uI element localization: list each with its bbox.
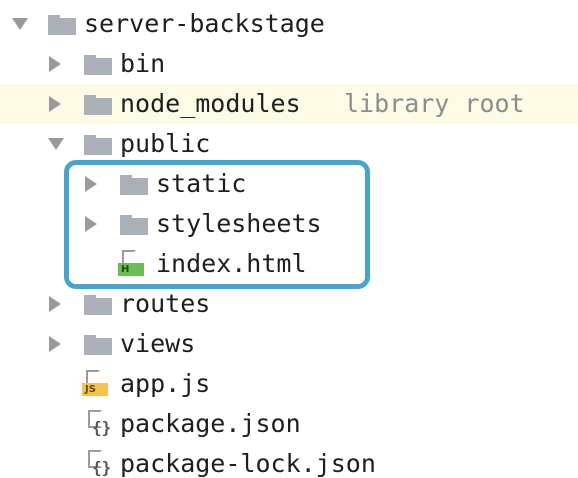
folder-icon bbox=[84, 95, 112, 115]
tree-item-label: routes bbox=[120, 289, 211, 318]
tree-item-bin[interactable]: bin bbox=[0, 44, 578, 84]
json-file-icon: {} bbox=[84, 408, 114, 440]
chevron-right-icon[interactable] bbox=[49, 96, 61, 112]
tree-item-routes[interactable]: routes bbox=[0, 284, 578, 324]
js-file-icon: JS bbox=[82, 368, 114, 400]
folder-icon bbox=[84, 55, 112, 75]
folder-icon bbox=[84, 335, 112, 355]
tree-item-label: app.js bbox=[120, 369, 211, 398]
tree-item-label: package-lock.json bbox=[120, 449, 376, 478]
library-root-hint: library root bbox=[344, 89, 525, 118]
folder-icon bbox=[48, 15, 76, 35]
tree-item-server-backstage[interactable]: server-backstage bbox=[0, 4, 578, 44]
chevron-right-icon[interactable] bbox=[49, 296, 61, 312]
tree-item-label: views bbox=[120, 329, 196, 358]
json-file-icon: {} bbox=[84, 448, 114, 478]
tree-item-label: package.json bbox=[120, 409, 301, 438]
tree-item-views[interactable]: views bbox=[0, 324, 578, 364]
tree-item-label: server-backstage bbox=[84, 9, 325, 38]
tree-item-label: bin bbox=[120, 49, 166, 78]
tree-item-app-js[interactable]: JS app.js bbox=[0, 364, 578, 404]
tree-item-label: node_modules bbox=[120, 89, 301, 118]
tree-item-node-modules[interactable]: node_modules library root bbox=[0, 84, 578, 124]
selection-highlight-box bbox=[64, 160, 370, 289]
chevron-down-icon[interactable] bbox=[48, 138, 64, 150]
chevron-right-icon[interactable] bbox=[49, 56, 61, 72]
tree-item-public[interactable]: public bbox=[0, 124, 578, 164]
project-tree: server-backstage bin node_modules librar… bbox=[0, 0, 578, 478]
folder-icon bbox=[84, 135, 112, 155]
tree-item-label: public bbox=[120, 129, 211, 158]
folder-icon bbox=[84, 295, 112, 315]
chevron-down-icon[interactable] bbox=[12, 18, 28, 30]
tree-item-package-json[interactable]: {} package.json bbox=[0, 404, 578, 444]
tree-item-package-lock-json[interactable]: {} package-lock.json bbox=[0, 444, 578, 478]
chevron-right-icon[interactable] bbox=[49, 336, 61, 352]
